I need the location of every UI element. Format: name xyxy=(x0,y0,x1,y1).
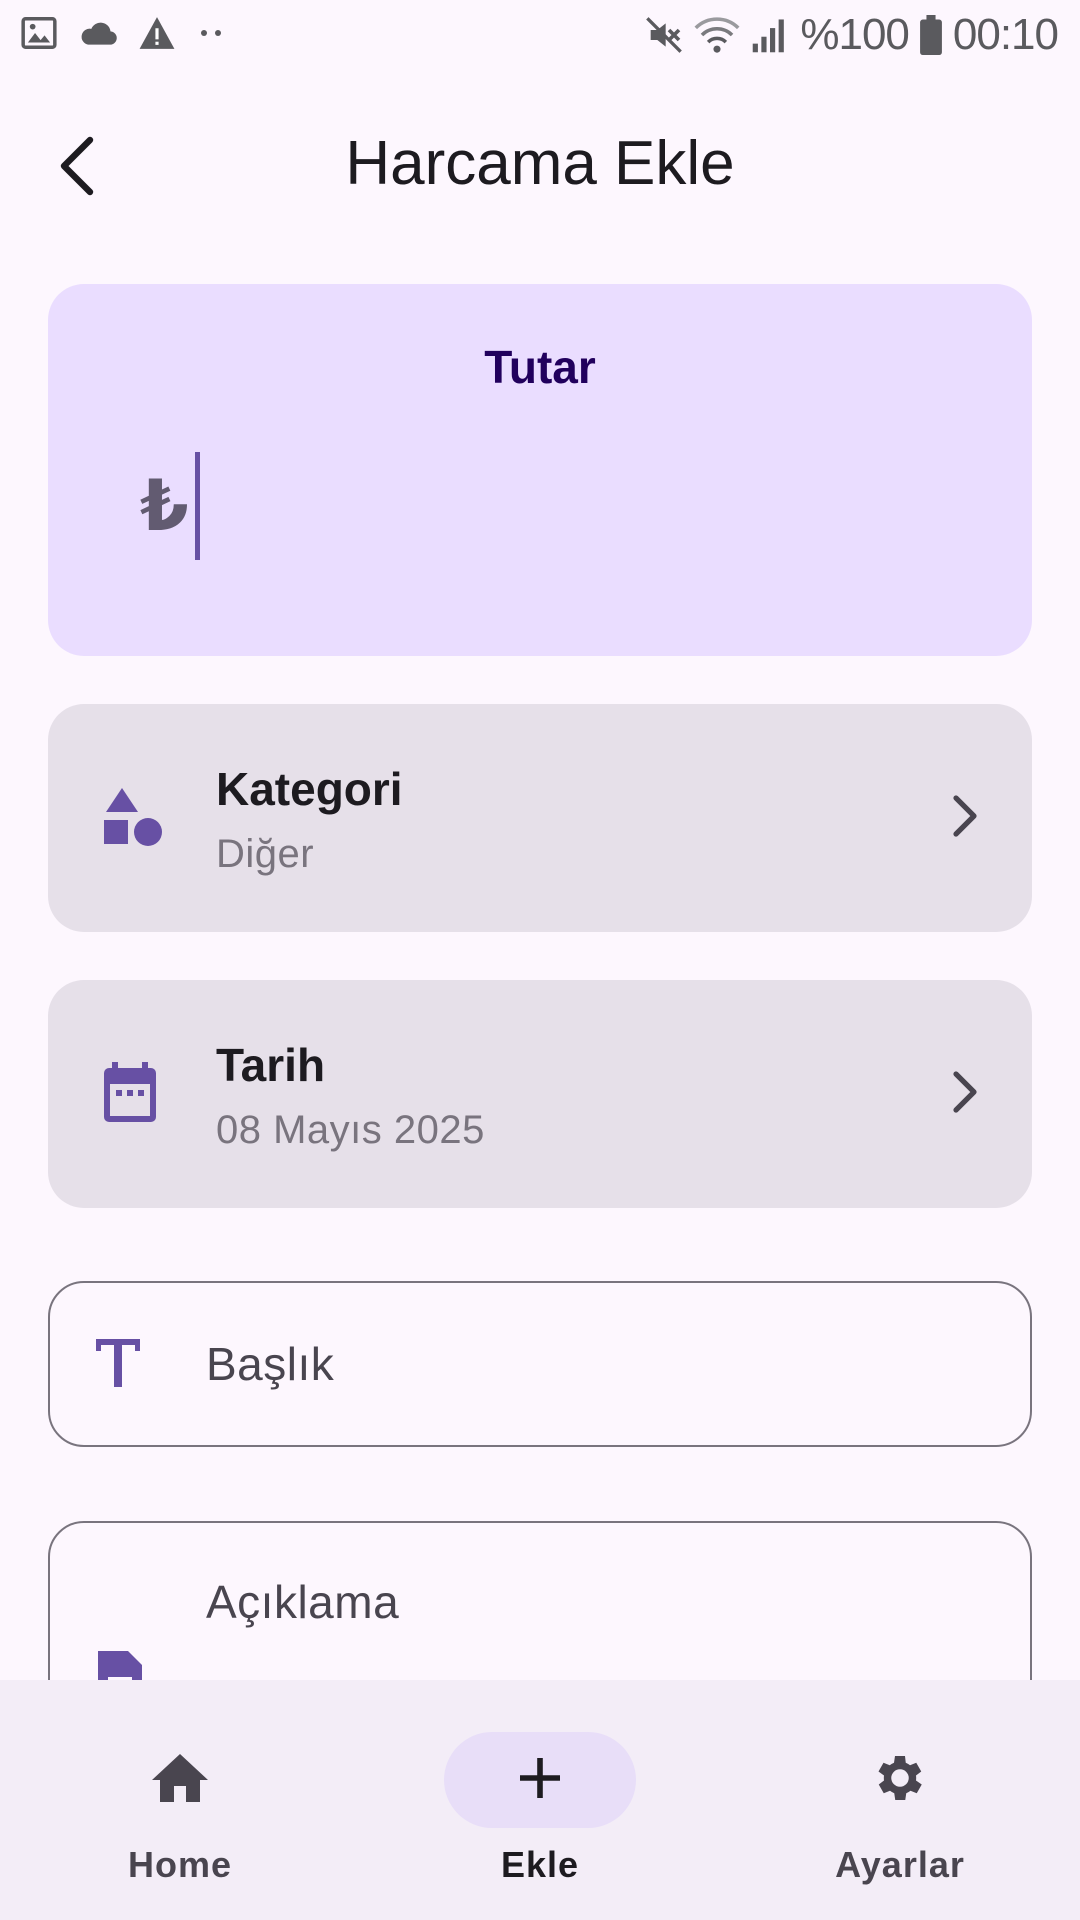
nav-label-home: Home xyxy=(127,1844,233,1885)
clock: 00:10 xyxy=(952,10,1059,59)
status-left-icons xyxy=(20,14,226,52)
category-picker[interactable]: Kategori Diğer xyxy=(48,704,1032,932)
nav-label-add: Ekle xyxy=(500,1844,580,1885)
date-title: Tarih xyxy=(216,1039,326,1091)
category-value: Diğer xyxy=(216,832,315,876)
text-caret xyxy=(194,452,200,560)
mute-icon xyxy=(644,15,684,55)
text-title-icon xyxy=(94,1337,142,1394)
amount-label: Tutar xyxy=(484,341,596,393)
title-field[interactable]: Başlık xyxy=(48,1281,1032,1447)
calendar-icon xyxy=(100,1060,164,1128)
settings-icon xyxy=(870,1748,930,1813)
more-dots-icon xyxy=(196,27,226,39)
title-placeholder: Başlık xyxy=(206,1338,335,1390)
signal-icon xyxy=(750,16,790,54)
category-shapes-icon xyxy=(100,784,164,852)
warning-icon xyxy=(138,15,176,51)
chevron-right-icon xyxy=(950,788,980,849)
home-icon xyxy=(150,1750,210,1811)
battery-icon xyxy=(919,15,943,55)
category-title: Kategori xyxy=(216,763,403,815)
page-title: Harcama Ekle xyxy=(345,129,735,198)
status-right: %100 00:10 xyxy=(644,10,1059,60)
bottom-navigation: Home Ekle Ayarlar xyxy=(0,1680,1080,1920)
amount-card[interactable]: Tutar ₺ xyxy=(48,284,1032,656)
description-placeholder: Açıklama xyxy=(206,1576,400,1628)
status-bar: %100 00:10 xyxy=(0,0,1080,72)
add-icon xyxy=(516,1754,564,1807)
battery-percent: %100 xyxy=(800,10,910,59)
amount-input[interactable]: ₺ xyxy=(140,452,200,560)
currency-symbol: ₺ xyxy=(140,467,189,545)
nav-item-add[interactable]: Ekle xyxy=(360,1680,720,1920)
image-icon xyxy=(20,14,58,52)
nav-label-settings: Ayarlar xyxy=(835,1844,965,1885)
nav-item-home[interactable]: Home xyxy=(0,1680,360,1920)
date-value: 08 Mayıs 2025 xyxy=(216,1108,485,1152)
cloud-icon xyxy=(78,17,118,49)
date-picker[interactable]: Tarih 08 Mayıs 2025 xyxy=(48,980,1032,1208)
wifi-icon xyxy=(694,15,740,55)
nav-item-settings[interactable]: Ayarlar xyxy=(720,1680,1080,1920)
chevron-right-icon xyxy=(950,1064,980,1125)
active-indicator xyxy=(444,1732,636,1828)
